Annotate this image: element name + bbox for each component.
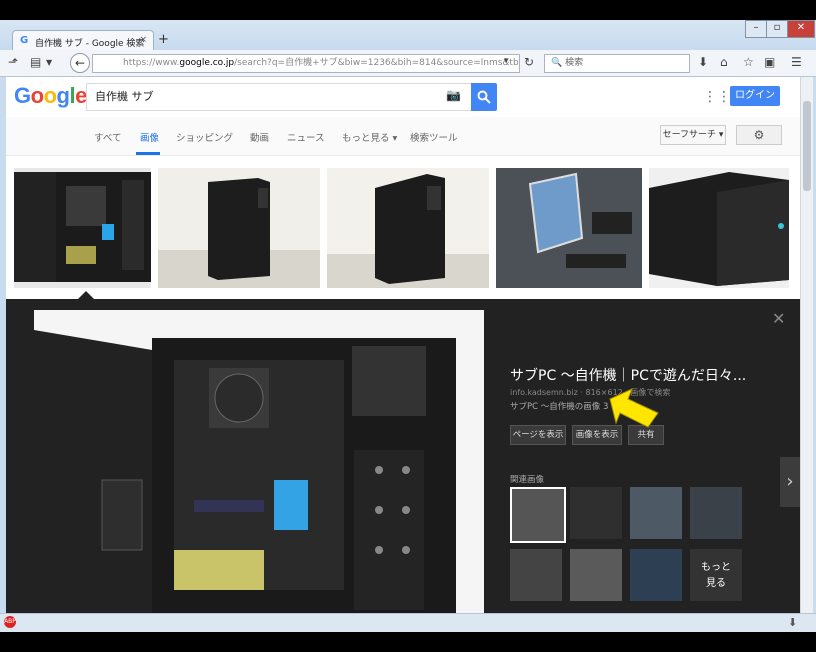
bookmarks-list-icon[interactable]: ▣ — [764, 55, 775, 69]
related-image-4[interactable] — [690, 487, 742, 539]
safesearch-dropdown[interactable]: セーフサーチ ▾ — [660, 125, 726, 145]
related-image-6[interactable] — [570, 549, 622, 601]
title-bar: G 自作機 サブ - Google 検索 × + – ▫ ✕ — [0, 20, 816, 51]
tab-images[interactable]: 画像 — [140, 130, 159, 144]
magnifier-icon — [477, 90, 491, 104]
clipboard-icon[interactable]: ▤ — [30, 55, 41, 69]
tab-shopping[interactable]: ショッピング — [176, 130, 233, 144]
search-button[interactable] — [471, 83, 497, 111]
tab-videos[interactable]: 動画 — [250, 130, 269, 144]
page-content: Google 自作機 サブ 📷 ⋮⋮⋮ ログイン すべて 画像 ショッピング 動… — [6, 77, 800, 613]
more-related-button[interactable]: もっと 見る — [690, 549, 742, 601]
close-window-button[interactable]: ✕ — [787, 20, 815, 38]
google-logo[interactable]: Google — [14, 83, 87, 109]
result-thumbnail-3[interactable] — [327, 168, 489, 288]
pc-interior-large-image — [34, 310, 484, 613]
result-thumbnail-5[interactable] — [649, 168, 789, 288]
cube-case-image — [649, 168, 789, 288]
extension-icon[interactable]: ⬏ — [8, 55, 18, 69]
bookmark-star-icon[interactable]: ☆ — [743, 55, 754, 69]
result-thumbnail-2[interactable] — [158, 168, 320, 288]
browser-tab[interactable]: G 自作機 サブ - Google 検索 × — [12, 30, 154, 51]
google-favicon-icon: G — [20, 35, 29, 46]
history-dropdown-icon[interactable]: ▾ — [504, 56, 509, 66]
preview-description: サブPC ～自作機の画像 3 — [510, 402, 609, 412]
tab-all[interactable]: すべて — [94, 130, 121, 144]
related-image-1[interactable] — [510, 487, 566, 543]
search-query: 自作機 サブ — [95, 90, 154, 103]
related-image-3[interactable] — [630, 487, 682, 539]
search-type-nav: すべて 画像 ショッピング 動画 ニュース もっと見る ▾ 検索ツール セーフサ… — [6, 117, 800, 156]
tab-news[interactable]: ニュース — [287, 130, 325, 144]
related-image-7[interactable] — [630, 549, 682, 601]
new-tab-button[interactable]: + — [158, 32, 169, 47]
logo-letter: o — [43, 83, 57, 108]
view-page-button[interactable]: ページを表示 — [510, 425, 566, 445]
related-image-5[interactable] — [510, 549, 562, 601]
selected-indicator — [78, 291, 94, 299]
camera-icon[interactable]: 📷 — [446, 88, 461, 102]
adblock-icon[interactable]: ABP — [4, 616, 16, 628]
image-preview-panel: ✕ サブPC ～自作機｜PCで遊んだ日々... info.kadsemn.biz… — [6, 299, 800, 613]
download-icon[interactable]: ⬇ — [698, 55, 708, 69]
login-button[interactable]: ログイン — [730, 86, 780, 106]
address-bar[interactable]: https://www.google.co.jp/search?q=自作機+サブ… — [92, 54, 520, 73]
search-icon: 🔍 — [551, 58, 563, 68]
close-tab-icon[interactable]: × — [139, 35, 147, 45]
result-thumbnail-1[interactable] — [14, 168, 151, 288]
scrollbar-thumb[interactable] — [803, 101, 811, 191]
status-bar: ABP ⬇ — [0, 613, 816, 632]
pc-tower-image — [327, 168, 489, 288]
pc-tower-image — [158, 168, 320, 288]
more-label-line1: もっと — [701, 562, 731, 573]
search-input[interactable]: 自作機 サブ — [86, 83, 472, 111]
navigation-bar: ⬏ ▤ ▼ ← https://www.google.co.jp/search?… — [0, 50, 816, 77]
browser-window: G 自作機 サブ - Google 検索 × + – ▫ ✕ ⬏ ▤ ▼ ← h… — [0, 20, 816, 632]
url-domain: google.co.jp — [179, 58, 235, 68]
yellow-arrow-pointer-icon — [609, 388, 659, 428]
home-icon[interactable]: ⌂ — [720, 55, 728, 69]
menu-icon[interactable]: ☰ — [791, 55, 802, 69]
logo-letter: g — [56, 83, 70, 108]
tab-more[interactable]: もっと見る ▾ — [342, 130, 397, 144]
active-tab-indicator — [136, 152, 160, 155]
pc-interior-image — [14, 168, 151, 288]
status-download-icon[interactable]: ⬇ — [788, 616, 797, 629]
tab-title: 自作機 サブ - Google 検索 — [35, 39, 145, 49]
search-placeholder: 検索 — [565, 58, 584, 68]
related-images-title: 関連画像 — [510, 475, 545, 485]
dropdown-chevron-icon[interactable]: ▼ — [46, 58, 52, 67]
minimize-button[interactable]: – — [745, 20, 767, 38]
result-thumbnail-4[interactable] — [496, 168, 642, 288]
logo-letter: o — [30, 83, 44, 108]
maximize-button[interactable]: ▫ — [766, 20, 788, 38]
more-label-line2: 見る — [706, 578, 726, 589]
preview-title[interactable]: サブPC ～自作機｜PCで遊んだ日々... — [510, 365, 746, 385]
url-scheme: https://www. — [123, 58, 180, 68]
settings-gear-icon[interactable]: ⚙ — [736, 125, 782, 145]
next-image-button[interactable]: › — [780, 457, 800, 507]
related-image-2[interactable] — [570, 487, 622, 539]
scrollbar[interactable] — [800, 77, 813, 613]
solar-panel-image — [496, 168, 642, 288]
browser-search-field[interactable]: 🔍 検索 — [544, 54, 690, 73]
url-path: /search?q=自作機+サブ&biw=1236&bih=814&source… — [234, 58, 519, 68]
tab-search-tools[interactable]: 検索ツール — [410, 130, 458, 144]
reload-icon[interactable]: ↻ — [524, 55, 534, 69]
logo-letter: G — [14, 83, 31, 108]
back-button[interactable]: ← — [70, 53, 90, 73]
preview-image[interactable] — [34, 310, 484, 613]
close-preview-icon[interactable]: ✕ — [772, 309, 785, 328]
